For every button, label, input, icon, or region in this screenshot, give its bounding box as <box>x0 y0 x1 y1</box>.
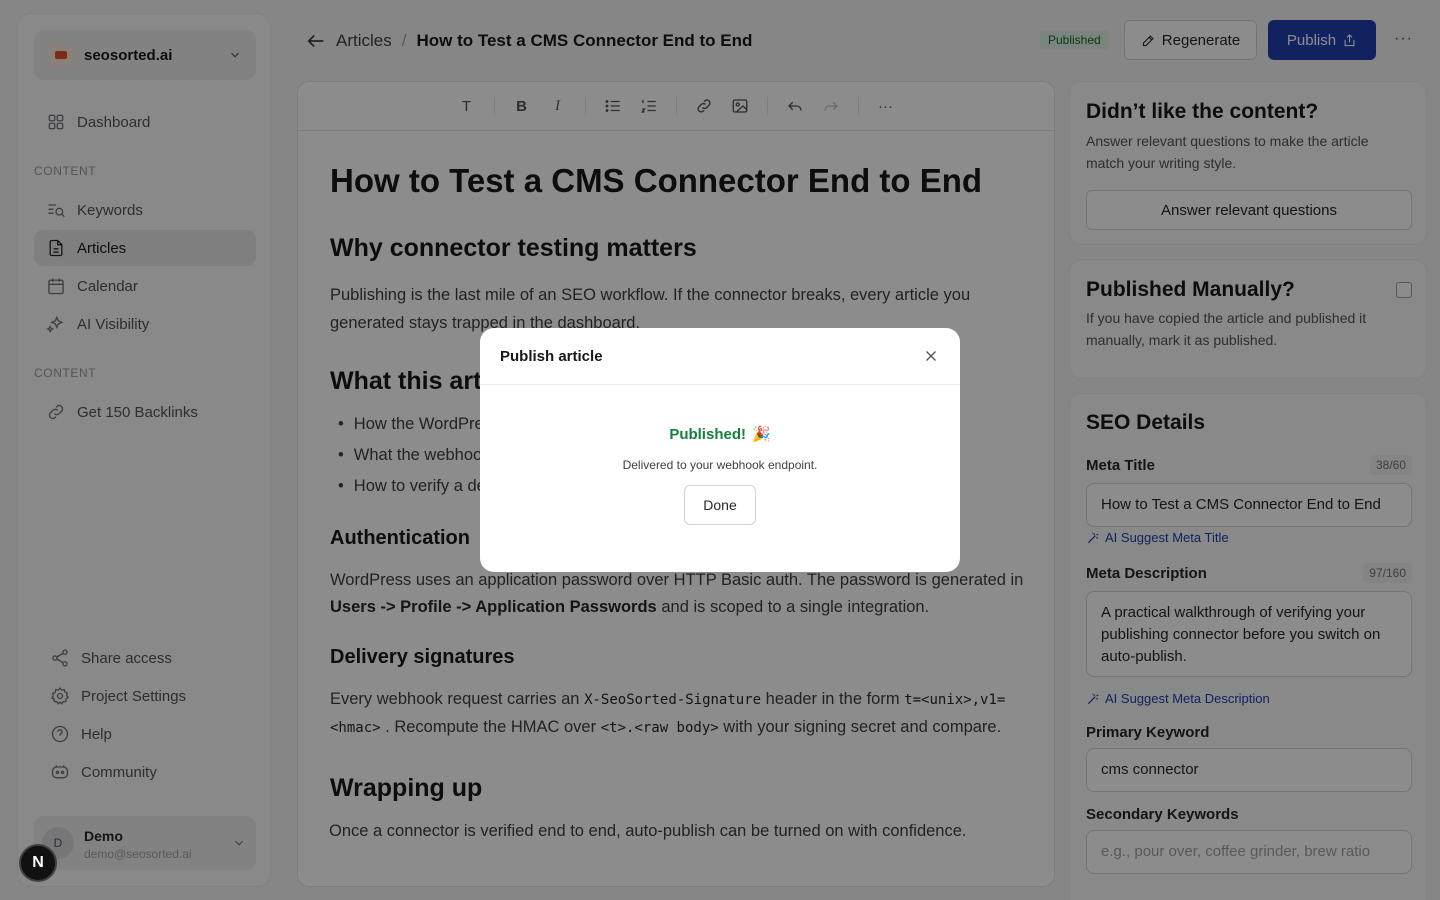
dev-tools-badge[interactable]: N <box>19 844 57 882</box>
close-icon[interactable] <box>922 347 940 365</box>
success-text: Published! <box>669 425 746 443</box>
dialog-header: Publish article <box>480 328 960 385</box>
party-popper-icon: 🎉 <box>751 426 771 443</box>
dialog-body: Published! 🎉 Delivered to your webhook e… <box>480 385 960 525</box>
success-message: Published! 🎉 <box>669 425 771 444</box>
done-button[interactable]: Done <box>684 484 756 525</box>
publish-article-dialog: Publish article Published! 🎉 Delivered t… <box>480 328 960 572</box>
dialog-subtitle: Delivered to your webhook endpoint. <box>622 457 818 472</box>
dialog-title: Publish article <box>500 347 603 365</box>
